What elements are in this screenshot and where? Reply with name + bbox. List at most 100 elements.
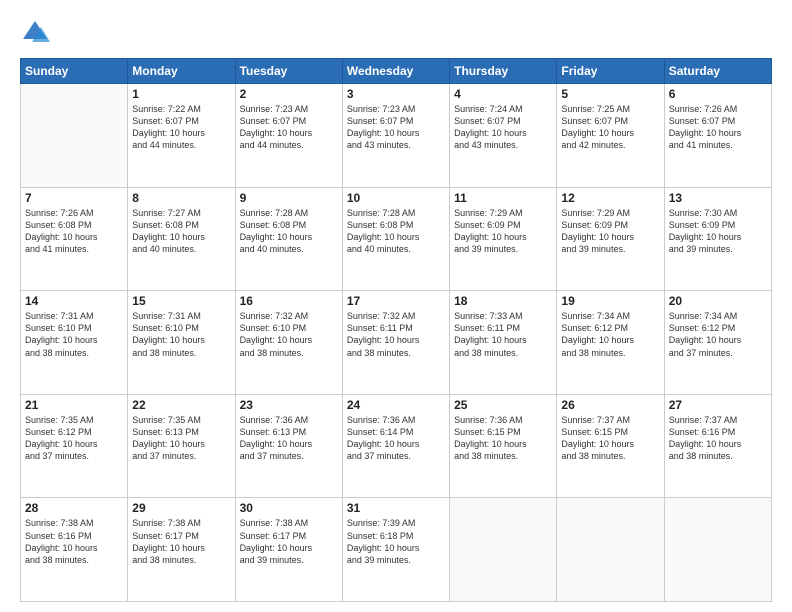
day-number: 9 <box>240 191 338 205</box>
day-info: Sunrise: 7:29 AM Sunset: 6:09 PM Dayligh… <box>561 207 659 256</box>
calendar-cell: 13Sunrise: 7:30 AM Sunset: 6:09 PM Dayli… <box>664 187 771 291</box>
day-number: 21 <box>25 398 123 412</box>
calendar-cell: 23 Sunrise: 7:36 AM Sunset: 6:13 PM Dayli… <box>235 394 342 498</box>
calendar-cell: 18Sunrise: 7:33 AM Sunset: 6:11 PM Dayli… <box>450 291 557 395</box>
day-number: 25 <box>454 398 552 412</box>
calendar-cell <box>450 498 557 602</box>
calendar-cell: 26 Sunrise: 7:37 AM Sunset: 6:15 PM Dayli… <box>557 394 664 498</box>
calendar-cell: 2 Sunrise: 7:23 AM Sunset: 6:07 PM Daylig… <box>235 84 342 188</box>
logo-icon <box>20 18 50 48</box>
day-number: 29 <box>132 501 230 515</box>
day-info: Sunrise: 7:27 AM Sunset: 6:08 PM Dayligh… <box>132 207 230 256</box>
day-number: 24 <box>347 398 445 412</box>
calendar-cell: 24 Sunrise: 7:36 AM Sunset: 6:14 PM Dayli… <box>342 394 449 498</box>
calendar-week-row: 14 Sunrise: 7:31 AM Sunset: 6:10 PM Dayli… <box>21 291 772 395</box>
calendar-week-row: 7Sunrise: 7:26 AM Sunset: 6:08 PM Daylig… <box>21 187 772 291</box>
day-info: Sunrise: 7:22 AM Sunset: 6:07 PM Dayligh… <box>132 103 230 152</box>
day-number: 6 <box>669 87 767 101</box>
calendar-cell <box>664 498 771 602</box>
day-number: 30 <box>240 501 338 515</box>
weekday-wednesday: Wednesday <box>342 59 449 84</box>
day-info: Sunrise: 7:35 AM Sunset: 6:13 PM Dayligh… <box>132 414 230 463</box>
day-info: Sunrise: 7:25 AM Sunset: 6:07 PM Dayligh… <box>561 103 659 152</box>
day-info: Sunrise: 7:36 AM Sunset: 6:14 PM Dayligh… <box>347 414 445 463</box>
calendar-cell: 27Sunrise: 7:37 AM Sunset: 6:16 PM Dayli… <box>664 394 771 498</box>
day-info: Sunrise: 7:34 AM Sunset: 6:12 PM Dayligh… <box>669 310 767 359</box>
day-number: 5 <box>561 87 659 101</box>
calendar-cell: 5 Sunrise: 7:25 AM Sunset: 6:07 PM Daylig… <box>557 84 664 188</box>
day-info: Sunrise: 7:37 AM Sunset: 6:15 PM Dayligh… <box>561 414 659 463</box>
calendar-cell: 7Sunrise: 7:26 AM Sunset: 6:08 PM Daylig… <box>21 187 128 291</box>
day-info: Sunrise: 7:28 AM Sunset: 6:08 PM Dayligh… <box>347 207 445 256</box>
calendar-week-row: 21 Sunrise: 7:35 AM Sunset: 6:12 PM Dayli… <box>21 394 772 498</box>
day-info: Sunrise: 7:33 AM Sunset: 6:11 PM Dayligh… <box>454 310 552 359</box>
day-info: Sunrise: 7:36 AM Sunset: 6:13 PM Dayligh… <box>240 414 338 463</box>
day-info: Sunrise: 7:26 AM Sunset: 6:08 PM Dayligh… <box>25 207 123 256</box>
day-number: 3 <box>347 87 445 101</box>
calendar-cell: 8 Sunrise: 7:27 AM Sunset: 6:08 PM Daylig… <box>128 187 235 291</box>
calendar-week-row: 1 Sunrise: 7:22 AM Sunset: 6:07 PM Daylig… <box>21 84 772 188</box>
day-number: 27 <box>669 398 767 412</box>
day-number: 14 <box>25 294 123 308</box>
day-number: 20 <box>669 294 767 308</box>
day-info: Sunrise: 7:28 AM Sunset: 6:08 PM Dayligh… <box>240 207 338 256</box>
calendar-cell: 25 Sunrise: 7:36 AM Sunset: 6:15 PM Dayli… <box>450 394 557 498</box>
day-info: Sunrise: 7:39 AM Sunset: 6:18 PM Dayligh… <box>347 517 445 566</box>
calendar-cell: 22 Sunrise: 7:35 AM Sunset: 6:13 PM Dayli… <box>128 394 235 498</box>
day-info: Sunrise: 7:38 AM Sunset: 6:17 PM Dayligh… <box>240 517 338 566</box>
weekday-tuesday: Tuesday <box>235 59 342 84</box>
calendar-week-row: 28 Sunrise: 7:38 AM Sunset: 6:16 PM Dayli… <box>21 498 772 602</box>
calendar-cell: 21 Sunrise: 7:35 AM Sunset: 6:12 PM Dayli… <box>21 394 128 498</box>
day-number: 22 <box>132 398 230 412</box>
day-info: Sunrise: 7:30 AM Sunset: 6:09 PM Dayligh… <box>669 207 767 256</box>
weekday-monday: Monday <box>128 59 235 84</box>
calendar-cell: 14Sunrise: 7:31 AM Sunset: 6:10 PM Dayli… <box>21 291 128 395</box>
logo <box>20 18 54 48</box>
calendar-cell: 11 Sunrise: 7:29 AM Sunset: 6:09 PM Dayli… <box>450 187 557 291</box>
day-number: 16 <box>240 294 338 308</box>
day-info: Sunrise: 7:38 AM Sunset: 6:17 PM Dayligh… <box>132 517 230 566</box>
calendar-cell: 3Sunrise: 7:23 AM Sunset: 6:07 PM Daylig… <box>342 84 449 188</box>
weekday-friday: Friday <box>557 59 664 84</box>
day-info: Sunrise: 7:38 AM Sunset: 6:16 PM Dayligh… <box>25 517 123 566</box>
calendar-table: SundayMondayTuesdayWednesdayThursdayFrid… <box>20 58 772 602</box>
day-info: Sunrise: 7:32 AM Sunset: 6:10 PM Dayligh… <box>240 310 338 359</box>
day-number: 26 <box>561 398 659 412</box>
calendar-cell: 1 Sunrise: 7:22 AM Sunset: 6:07 PM Daylig… <box>128 84 235 188</box>
day-number: 17 <box>347 294 445 308</box>
day-number: 11 <box>454 191 552 205</box>
day-info: Sunrise: 7:36 AM Sunset: 6:15 PM Dayligh… <box>454 414 552 463</box>
day-info: Sunrise: 7:35 AM Sunset: 6:12 PM Dayligh… <box>25 414 123 463</box>
page: SundayMondayTuesdayWednesdayThursdayFrid… <box>0 0 792 612</box>
day-number: 28 <box>25 501 123 515</box>
calendar-cell: 28 Sunrise: 7:38 AM Sunset: 6:16 PM Dayli… <box>21 498 128 602</box>
calendar-cell: 16 Sunrise: 7:32 AM Sunset: 6:10 PM Dayli… <box>235 291 342 395</box>
calendar-cell <box>21 84 128 188</box>
day-number: 4 <box>454 87 552 101</box>
day-number: 8 <box>132 191 230 205</box>
day-number: 23 <box>240 398 338 412</box>
day-info: Sunrise: 7:31 AM Sunset: 6:10 PM Dayligh… <box>132 310 230 359</box>
weekday-sunday: Sunday <box>21 59 128 84</box>
calendar-cell: 29 Sunrise: 7:38 AM Sunset: 6:17 PM Dayli… <box>128 498 235 602</box>
weekday-header-row: SundayMondayTuesdayWednesdayThursdayFrid… <box>21 59 772 84</box>
calendar-cell: 9 Sunrise: 7:28 AM Sunset: 6:08 PM Daylig… <box>235 187 342 291</box>
day-info: Sunrise: 7:23 AM Sunset: 6:07 PM Dayligh… <box>240 103 338 152</box>
calendar-cell: 19Sunrise: 7:34 AM Sunset: 6:12 PM Dayli… <box>557 291 664 395</box>
weekday-saturday: Saturday <box>664 59 771 84</box>
day-number: 10 <box>347 191 445 205</box>
calendar-cell: 15 Sunrise: 7:31 AM Sunset: 6:10 PM Dayli… <box>128 291 235 395</box>
day-number: 15 <box>132 294 230 308</box>
calendar-cell: 6Sunrise: 7:26 AM Sunset: 6:07 PM Daylig… <box>664 84 771 188</box>
calendar-cell: 20 Sunrise: 7:34 AM Sunset: 6:12 PM Dayli… <box>664 291 771 395</box>
day-number: 19 <box>561 294 659 308</box>
calendar-cell: 31Sunrise: 7:39 AM Sunset: 6:18 PM Dayli… <box>342 498 449 602</box>
day-info: Sunrise: 7:29 AM Sunset: 6:09 PM Dayligh… <box>454 207 552 256</box>
day-number: 12 <box>561 191 659 205</box>
calendar-cell: 12 Sunrise: 7:29 AM Sunset: 6:09 PM Dayli… <box>557 187 664 291</box>
day-number: 1 <box>132 87 230 101</box>
calendar-cell <box>557 498 664 602</box>
calendar-cell: 10 Sunrise: 7:28 AM Sunset: 6:08 PM Dayli… <box>342 187 449 291</box>
calendar-cell: 17Sunrise: 7:32 AM Sunset: 6:11 PM Dayli… <box>342 291 449 395</box>
day-number: 2 <box>240 87 338 101</box>
